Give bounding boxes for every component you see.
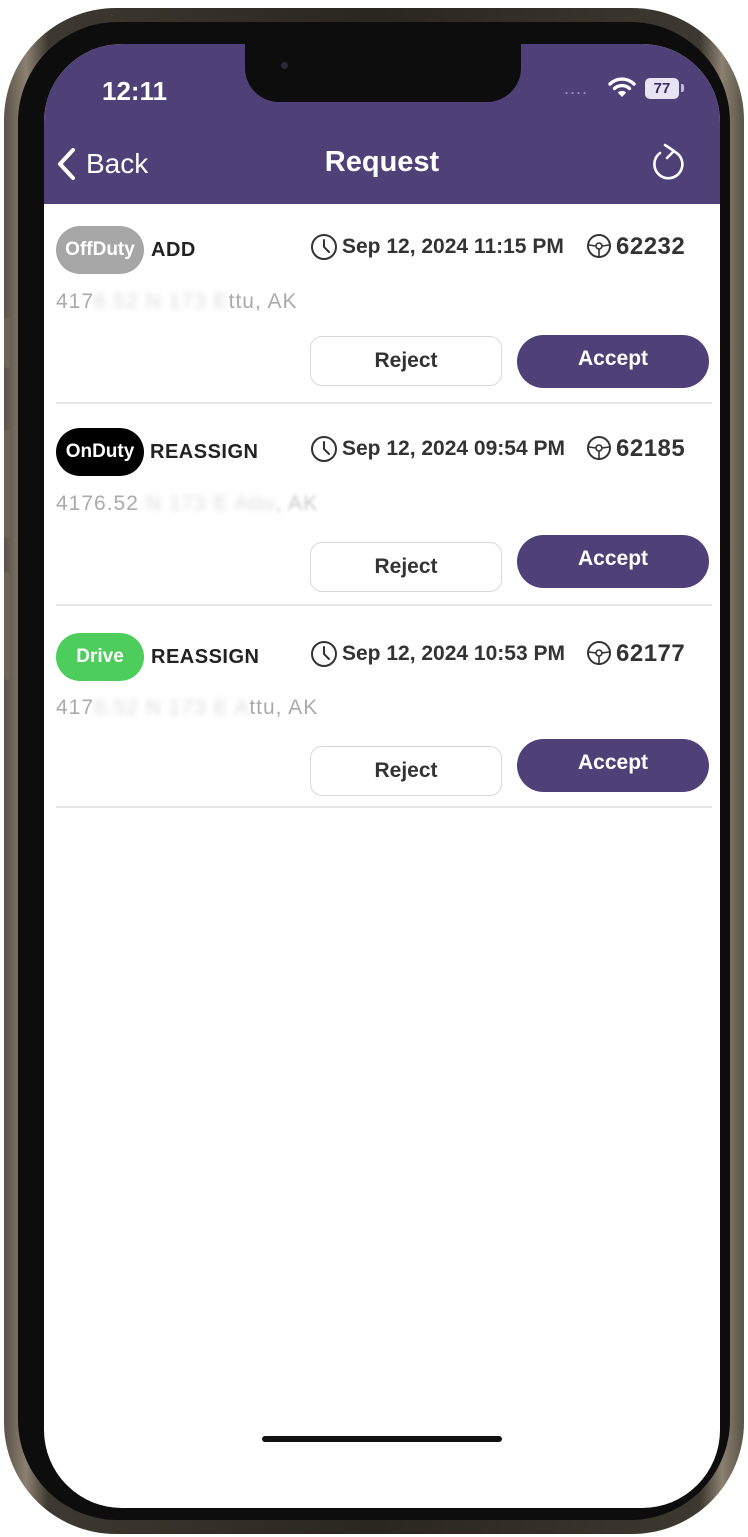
status-badge: OnDuty <box>56 428 144 476</box>
request-card: Drive REASSIGN Sep 12, 2024 10:53 PM 621… <box>56 608 712 808</box>
steering-wheel-icon <box>587 641 611 665</box>
request-card: OffDuty ADD Sep 12, 2024 11:15 PM 62232 … <box>56 204 712 404</box>
request-datetime: Sep 12, 2024 10:53 PM <box>342 642 565 665</box>
request-type: REASSIGN <box>151 646 260 668</box>
camera-notch <box>245 44 521 102</box>
address-visible: 417 <box>56 696 95 719</box>
camera-dot <box>281 62 288 69</box>
address-suffix: ttu, AK <box>228 290 298 313</box>
request-address: 4176.52 N 173 E Attu, AK <box>56 696 318 720</box>
battery-icon: 77 <box>645 78 679 99</box>
address-redacted: 6.52 N 173 E <box>94 290 229 313</box>
volume-down-button <box>4 572 10 680</box>
accept-button[interactable]: Accept <box>517 739 709 792</box>
status-time: 12:11 <box>102 76 168 106</box>
page-title: Request <box>324 146 440 178</box>
reject-button[interactable]: Reject <box>310 746 502 796</box>
address-suffix: , AK <box>275 492 319 515</box>
request-type: REASSIGN <box>150 441 259 463</box>
request-datetime: Sep 12, 2024 11:15 PM <box>342 235 564 258</box>
steering-wheel-icon <box>587 436 611 460</box>
steering-wheel-icon <box>587 234 611 258</box>
driver-id: 62232 <box>616 233 686 260</box>
address-redacted: N 173 E Attu <box>138 492 276 515</box>
address-redacted: 6.52 N 173 E A <box>94 696 250 719</box>
request-card: OnDuty REASSIGN Sep 12, 2024 09:54 PM 62… <box>56 406 712 606</box>
driver-id: 62177 <box>616 640 686 667</box>
battery-tip <box>681 84 684 92</box>
request-datetime: Sep 12, 2024 09:54 PM <box>342 437 565 460</box>
request-address: 4176.52 N 173 Ettu, AK <box>56 290 298 314</box>
volume-up-button <box>4 430 10 538</box>
accept-button[interactable]: Accept <box>517 335 709 388</box>
request-address: 4176.52 N 173 E Attu, AK <box>56 492 318 516</box>
cellular-signal: .... <box>564 78 589 98</box>
address-visible: 417 <box>56 290 95 313</box>
clock-icon <box>311 436 337 462</box>
clock-icon <box>311 234 337 260</box>
app-screen: 12:11 .... 77 Back Request OffDuty ADD S… <box>44 44 720 1508</box>
mute-switch <box>4 318 10 368</box>
home-indicator[interactable] <box>262 1436 502 1442</box>
address-suffix: ttu, AK <box>249 696 319 719</box>
status-badge: Drive <box>56 633 144 681</box>
accept-button[interactable]: Accept <box>517 535 709 588</box>
clock-icon <box>311 641 337 667</box>
request-type: ADD <box>151 239 196 261</box>
address-visible: 4176.52 <box>56 492 139 515</box>
wifi-icon <box>608 77 636 97</box>
refresh-icon[interactable] <box>648 142 688 186</box>
reject-button[interactable]: Reject <box>310 336 502 386</box>
reject-button[interactable]: Reject <box>310 542 502 592</box>
driver-id: 62185 <box>616 435 686 462</box>
status-badge: OffDuty <box>56 226 144 274</box>
